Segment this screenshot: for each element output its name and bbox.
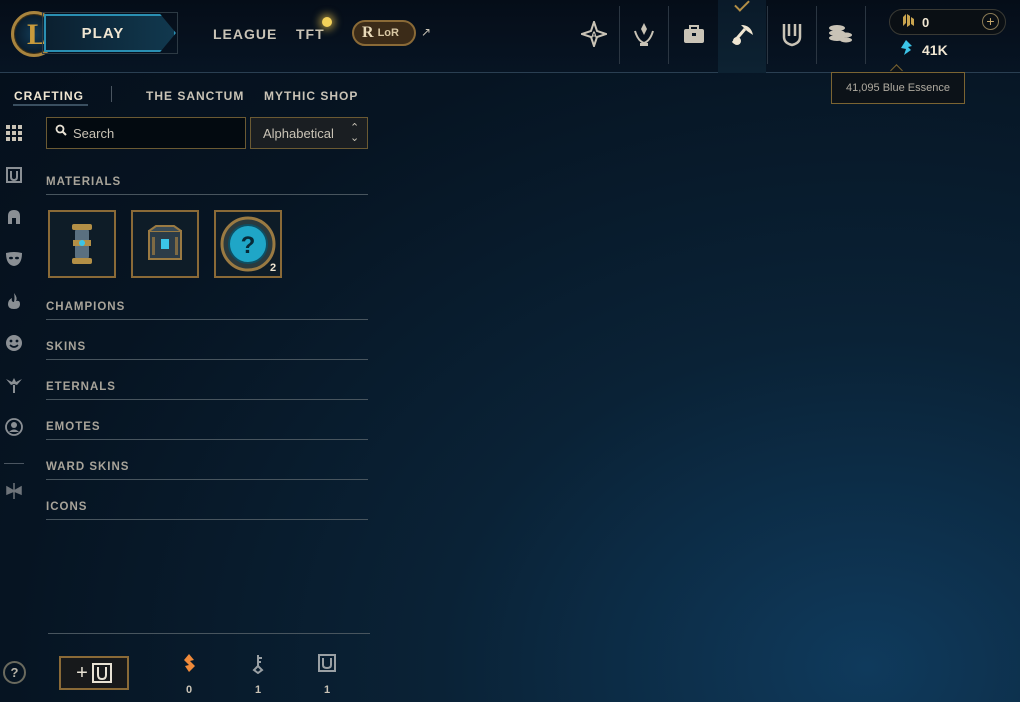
collection-icon[interactable] bbox=[677, 14, 711, 54]
help-button[interactable]: ? bbox=[3, 661, 26, 684]
section-ward-skins[interactable]: WARD SKINS bbox=[46, 461, 129, 473]
icon-divider bbox=[619, 6, 620, 64]
nav-tft[interactable]: TFT bbox=[296, 26, 325, 42]
ward-skins-icon[interactable] bbox=[3, 374, 25, 396]
svg-text:A: A bbox=[591, 30, 598, 40]
icons-profile-icon[interactable] bbox=[3, 416, 25, 438]
icon-divider bbox=[816, 6, 817, 64]
search-input[interactable] bbox=[73, 118, 243, 148]
section-divider bbox=[46, 194, 368, 195]
item-count: 2 bbox=[270, 262, 277, 274]
notification-dot bbox=[322, 17, 332, 27]
svg-text:?: ? bbox=[241, 232, 256, 259]
blue-essence-icon bbox=[900, 40, 912, 59]
riot-points-value: 0 bbox=[922, 15, 930, 30]
loot-icon[interactable] bbox=[725, 14, 759, 54]
blue-essence-tooltip: 41,095 Blue Essence bbox=[831, 72, 965, 104]
icon-divider bbox=[668, 6, 669, 64]
add-chest-button[interactable]: + bbox=[59, 656, 129, 690]
footer-divider bbox=[48, 633, 370, 634]
orange-essence-icon bbox=[179, 654, 199, 674]
mystery-orb-icon: ? bbox=[220, 216, 276, 272]
chest-shield-icon bbox=[91, 663, 112, 683]
honor-icon[interactable] bbox=[627, 14, 661, 54]
lor-button[interactable]: R LoR bbox=[352, 20, 416, 46]
chest-count-icon bbox=[317, 654, 337, 674]
blue-essence-value[interactable]: 41K bbox=[922, 42, 948, 58]
key-icon bbox=[248, 654, 268, 675]
search-icon bbox=[55, 124, 67, 139]
chest-count: 1 bbox=[323, 684, 331, 696]
tab-crafting[interactable]: CRAFTING bbox=[14, 89, 84, 103]
riot-points-icon bbox=[901, 13, 915, 32]
tab-the-sanctum[interactable]: THE SANCTUM bbox=[146, 89, 244, 103]
lor-label: LoR bbox=[377, 27, 399, 39]
all-items-grid-icon[interactable] bbox=[3, 122, 25, 144]
material-chest[interactable] bbox=[131, 210, 199, 278]
section-divider bbox=[46, 359, 368, 360]
rail-divider bbox=[4, 463, 24, 464]
external-link-icon[interactable]: ↗ bbox=[421, 25, 431, 39]
champion-helmet-icon[interactable] bbox=[3, 206, 25, 228]
search-box bbox=[46, 117, 246, 149]
section-materials[interactable]: MATERIALS bbox=[46, 176, 121, 188]
lor-icon: R bbox=[362, 24, 374, 41]
section-icons[interactable]: ICONS bbox=[46, 501, 87, 513]
tab-underline bbox=[13, 104, 88, 106]
orange-essence-count: 0 bbox=[185, 684, 193, 696]
section-champions[interactable]: CHAMPIONS bbox=[46, 301, 125, 313]
skins-mask-icon[interactable] bbox=[3, 248, 25, 270]
emotes-face-icon[interactable] bbox=[3, 332, 25, 354]
section-eternals[interactable]: ETERNALS bbox=[46, 381, 116, 393]
currency-stack-icon[interactable] bbox=[823, 14, 857, 54]
section-divider bbox=[46, 519, 368, 520]
section-divider bbox=[46, 479, 368, 480]
chest-icon bbox=[148, 225, 182, 260]
key-count: 1 bbox=[254, 684, 262, 696]
play-button[interactable]: PLAY bbox=[44, 14, 176, 52]
materials-filter-icon[interactable] bbox=[3, 164, 25, 186]
icon-divider bbox=[865, 6, 866, 64]
store-icon[interactable] bbox=[775, 14, 809, 54]
section-divider bbox=[46, 319, 368, 320]
icon-divider bbox=[767, 6, 768, 64]
material-orb-capsule[interactable] bbox=[48, 210, 116, 278]
capsule-icon bbox=[72, 224, 92, 264]
section-divider bbox=[46, 399, 368, 400]
tab-mythic-shop[interactable]: MYTHIC SHOP bbox=[264, 89, 358, 103]
buy-rp-button[interactable]: + bbox=[982, 13, 999, 30]
section-emotes[interactable]: EMOTES bbox=[46, 421, 101, 433]
nav-league[interactable]: LEAGUE bbox=[213, 26, 277, 42]
tft-star-icon[interactable]: A bbox=[577, 14, 611, 54]
section-skins[interactable]: SKINS bbox=[46, 341, 86, 353]
disenchant-anvil-icon[interactable] bbox=[3, 480, 25, 502]
subnav-divider bbox=[111, 86, 112, 102]
chevron-updown-icon: ⌃ ⌄ bbox=[350, 122, 360, 144]
eternals-flame-icon[interactable] bbox=[3, 290, 25, 312]
section-divider bbox=[46, 439, 368, 440]
add-label: + bbox=[76, 661, 88, 684]
